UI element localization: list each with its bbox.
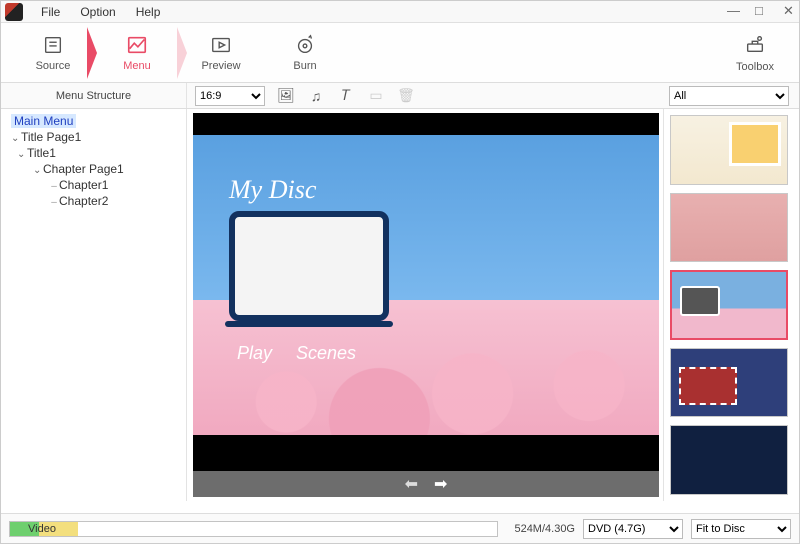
disc-usage-bar: Video [9, 521, 498, 537]
step-label: Preview [201, 60, 240, 72]
menu-icon [126, 34, 148, 60]
theme-thumb-3[interactable] [670, 270, 788, 340]
status-bar: Video 524M/4.30G DVD (4.7G) Fit to Disc [1, 513, 799, 543]
step-burn[interactable]: Burn [263, 27, 347, 79]
theme-thumbnails[interactable] [663, 109, 799, 501]
source-icon [42, 34, 64, 60]
secondary-bar: Menu Structure 16:9 🖼 ♫ 𝑇 ▭ 🗑 All [1, 83, 799, 109]
fit-mode-select[interactable]: Fit to Disc [691, 519, 791, 539]
menu-structure-tree[interactable]: Main Menu Title Page1 Title1 Chapter Pag… [1, 109, 187, 501]
step-source[interactable]: Source [11, 27, 95, 79]
disc-size-text: 524M/4.30G [514, 523, 575, 535]
step-toolbar: Source Menu Preview Burn Toolbox [1, 23, 799, 83]
step-menu[interactable]: Menu [95, 27, 179, 79]
tree-chapter-page[interactable]: Chapter Page1 [7, 161, 180, 177]
tree-title-page[interactable]: Title Page1 [7, 129, 180, 145]
menu-preview-viewer[interactable]: My Disc Play Scenes [193, 113, 659, 471]
theme-filter-select[interactable]: All [669, 86, 789, 106]
theme-thumb-1[interactable] [670, 115, 788, 185]
step-label: Menu [123, 60, 151, 72]
toolbox-icon [725, 33, 785, 61]
aspect-ratio-select[interactable]: 16:9 [195, 86, 265, 106]
theme-thumb-4[interactable] [670, 348, 788, 418]
window-controls: — □ ✕ [717, 3, 793, 19]
theme-thumb-5[interactable] [670, 425, 788, 495]
preview-icon [210, 34, 232, 60]
next-page-icon[interactable]: ➡ [434, 474, 447, 494]
structure-header: Menu Structure [1, 83, 187, 108]
close-icon[interactable]: ✕ [773, 3, 793, 19]
tree-chapter-2[interactable]: Chapter2 [7, 193, 180, 209]
text-tool-icon[interactable]: 𝑇 [337, 87, 355, 104]
usage-video-label: Video [28, 523, 56, 535]
scenes-button-label[interactable]: Scenes [296, 343, 356, 364]
menu-help[interactable]: Help [126, 5, 171, 19]
burn-icon [294, 34, 316, 60]
image-tool-icon[interactable]: 🖼 [277, 87, 295, 104]
delete-tool-icon: 🗑 [397, 87, 415, 104]
menu-option[interactable]: Option [70, 5, 125, 19]
app-icon [5, 3, 23, 21]
preview-background: My Disc Play Scenes [193, 135, 659, 435]
main-area: Main Menu Title Page1 Title1 Chapter Pag… [1, 109, 799, 501]
play-button-label[interactable]: Play [237, 343, 272, 364]
menubar: File Option Help — □ ✕ [1, 1, 799, 23]
theme-thumb-2[interactable] [670, 193, 788, 263]
toolbox-label: Toolbox [736, 61, 774, 73]
music-tool-icon[interactable]: ♫ [307, 88, 325, 104]
tree-main-menu[interactable]: Main Menu [7, 113, 180, 129]
disc-type-select[interactable]: DVD (4.7G) [583, 519, 683, 539]
step-label: Source [36, 60, 71, 72]
preview-video-frame[interactable] [229, 211, 389, 321]
doc-tool-icon: ▭ [367, 87, 385, 104]
disc-title-text[interactable]: My Disc [229, 175, 316, 205]
tree-title-1[interactable]: Title1 [7, 145, 180, 161]
preview-nav-bar: ⬅ ➡ [193, 471, 659, 497]
step-label: Burn [293, 60, 316, 72]
step-preview[interactable]: Preview [179, 27, 263, 79]
menu-canvas: My Disc Play Scenes ⬅ ➡ [187, 109, 663, 501]
menu-file[interactable]: File [31, 5, 70, 19]
maximize-icon[interactable]: □ [745, 3, 765, 19]
toolbox-button[interactable]: Toolbox [725, 33, 785, 73]
minimize-icon[interactable]: — [717, 3, 737, 19]
tree-chapter-1[interactable]: Chapter1 [7, 177, 180, 193]
prev-page-icon[interactable]: ⬅ [405, 474, 418, 494]
